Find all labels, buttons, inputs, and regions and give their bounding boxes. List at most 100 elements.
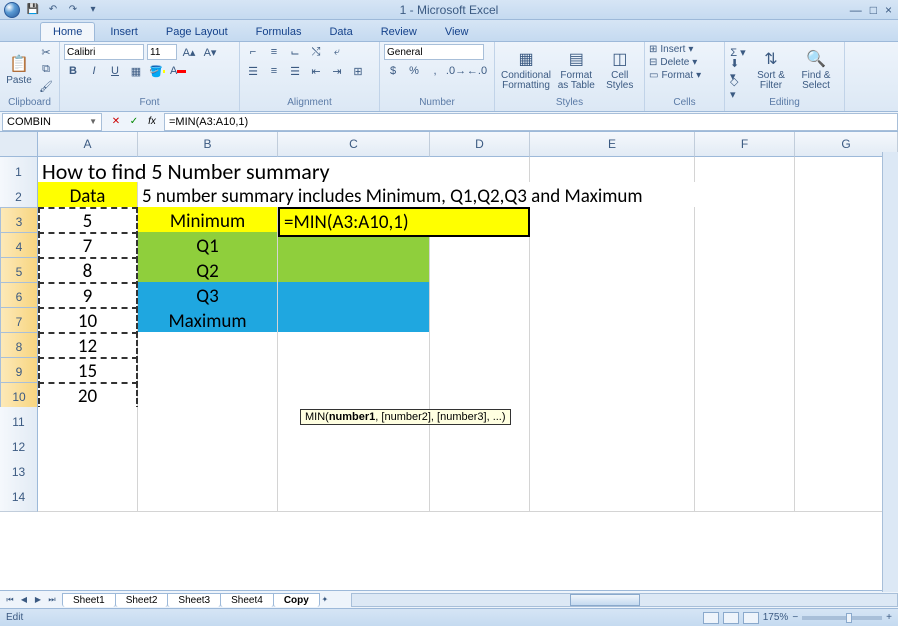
zoom-out-button[interactable]: − — [792, 612, 798, 623]
decrease-font-button[interactable]: A▾ — [201, 44, 219, 60]
page-break-view-button[interactable] — [743, 612, 759, 624]
wrap-text-button[interactable]: ⤶ — [328, 44, 346, 60]
align-middle-button[interactable]: ≡ — [265, 44, 283, 60]
col-header-D[interactable]: D — [430, 132, 530, 157]
maximize-button[interactable]: □ — [870, 3, 877, 17]
undo-icon[interactable]: ↶ — [46, 3, 60, 17]
cut-button[interactable]: ✂ — [37, 44, 55, 60]
orientation-button[interactable]: ⤭ — [307, 44, 325, 60]
last-sheet-button[interactable]: ⏭ — [46, 594, 58, 606]
zoom-in-button[interactable]: + — [886, 612, 892, 623]
percent-button[interactable]: % — [405, 63, 423, 79]
sheet-tab-4[interactable]: Sheet4 — [220, 593, 274, 607]
zoom-level: 175% — [763, 612, 789, 623]
scrollbar-thumb[interactable] — [570, 594, 640, 606]
title-bar: 💾 ↶ ↷ ▾ 1 - Microsoft Excel — □ × — [0, 0, 898, 20]
col-header-A[interactable]: A — [38, 132, 138, 157]
qat-dropdown-icon[interactable]: ▾ — [86, 3, 100, 17]
increase-indent-button[interactable]: ⇥ — [328, 63, 346, 79]
tab-page-layout[interactable]: Page Layout — [153, 22, 241, 41]
cell-C3[interactable]: =MIN(A3:A10,1) — [278, 207, 530, 237]
copy-button[interactable]: ⧉ — [37, 61, 55, 77]
namebox-dropdown-icon[interactable]: ▼ — [89, 117, 97, 126]
group-alignment: ⌐ ≡ ⌙ ⤭ ⤶ ☰ ≡ ☰ ⇤ ⇥ ⊞ Alignment — [240, 42, 380, 111]
name-box[interactable]: COMBIN ▼ — [2, 113, 102, 131]
first-sheet-button[interactable]: ⏮ — [4, 594, 16, 606]
font-name-select[interactable] — [64, 44, 144, 60]
sheet-tab-3[interactable]: Sheet3 — [167, 593, 221, 607]
insert-icon: ⊞ — [649, 44, 657, 55]
insert-cells-button[interactable]: ⊞Insert ▾ — [649, 44, 693, 55]
insert-function-button[interactable]: fx — [144, 114, 160, 130]
font-color-button[interactable]: A — [169, 63, 187, 79]
close-button[interactable]: × — [885, 3, 892, 17]
sheet-tab-1[interactable]: Sheet1 — [62, 593, 116, 607]
prev-sheet-button[interactable]: ◀ — [18, 594, 30, 606]
zoom-slider[interactable] — [802, 616, 882, 620]
sheet-tab-copy[interactable]: Copy — [273, 593, 320, 607]
align-bottom-button[interactable]: ⌙ — [286, 44, 304, 60]
office-button[interactable] — [4, 2, 20, 18]
align-left-button[interactable]: ☰ — [244, 63, 262, 79]
status-mode: Edit — [6, 612, 23, 623]
paste-button[interactable]: 📋 Paste — [4, 44, 34, 94]
save-icon[interactable]: 💾 — [26, 3, 40, 17]
row-header-14[interactable]: 14 — [0, 482, 38, 512]
tab-review[interactable]: Review — [368, 22, 430, 41]
format-icon: ▭ — [649, 70, 658, 81]
number-format-select[interactable] — [384, 44, 484, 60]
tab-home[interactable]: Home — [40, 22, 95, 41]
col-header-C[interactable]: C — [278, 132, 430, 157]
merge-button[interactable]: ⊞ — [349, 63, 367, 79]
minimize-button[interactable]: — — [850, 3, 862, 17]
page-layout-view-button[interactable] — [723, 612, 739, 624]
vertical-scrollbar[interactable] — [882, 152, 898, 592]
format-cells-button[interactable]: ▭Format ▾ — [649, 70, 701, 81]
font-size-select[interactable] — [147, 44, 177, 60]
col-header-B[interactable]: B — [138, 132, 278, 157]
decrease-indent-button[interactable]: ⇤ — [307, 63, 325, 79]
group-cells: ⊞Insert ▾ ⊟Delete ▾ ▭Format ▾ Cells — [645, 42, 725, 111]
sheet-tab-2[interactable]: Sheet2 — [115, 593, 169, 607]
normal-view-button[interactable] — [703, 612, 719, 624]
tab-insert[interactable]: Insert — [97, 22, 151, 41]
delete-cells-button[interactable]: ⊟Delete ▾ — [649, 57, 697, 68]
clear-button[interactable]: ◇ ▾ — [729, 80, 747, 96]
redo-icon[interactable]: ↷ — [66, 3, 80, 17]
format-painter-button[interactable]: 🖌 — [37, 78, 55, 94]
select-all-corner[interactable] — [0, 132, 38, 157]
underline-button[interactable]: U — [106, 63, 124, 79]
sort-filter-button[interactable]: ⇅Sort & Filter — [750, 44, 792, 94]
currency-button[interactable]: $ — [384, 63, 402, 79]
conditional-formatting-button[interactable]: ▦Conditional Formatting — [499, 44, 553, 94]
align-top-button[interactable]: ⌐ — [244, 44, 262, 60]
enter-formula-button[interactable]: ✓ — [126, 114, 142, 130]
tab-data[interactable]: Data — [316, 22, 365, 41]
align-center-button[interactable]: ≡ — [265, 63, 283, 79]
formula-input[interactable]: =MIN(A3:A10,1) — [164, 113, 898, 131]
increase-font-button[interactable]: A▴ — [180, 44, 198, 60]
new-sheet-button[interactable]: ✦ — [319, 594, 331, 606]
fill-color-button[interactable]: 🪣 — [148, 63, 166, 79]
comma-button[interactable]: , — [426, 63, 444, 79]
format-as-table-button[interactable]: ▤Format as Table — [556, 44, 597, 94]
tab-view[interactable]: View — [432, 22, 482, 41]
next-sheet-button[interactable]: ▶ — [32, 594, 44, 606]
col-header-E[interactable]: E — [530, 132, 695, 157]
horizontal-scrollbar[interactable] — [351, 593, 898, 607]
border-button[interactable]: ▦ — [127, 63, 145, 79]
conditional-formatting-icon: ▦ — [515, 48, 537, 70]
align-right-button[interactable]: ☰ — [286, 63, 304, 79]
decrease-decimal-button[interactable]: ←.0 — [468, 63, 486, 79]
italic-button[interactable]: I — [85, 63, 103, 79]
group-editing: Σ ▾ ⬇ ▾ ◇ ▾ ⇅Sort & Filter 🔍Find & Selec… — [725, 42, 845, 111]
spreadsheet-grid[interactable]: A B C D E F G 1 How to find 5 Number sum… — [0, 132, 898, 590]
cancel-formula-button[interactable]: ✕ — [108, 114, 124, 130]
table-icon: ▤ — [565, 48, 587, 70]
tab-formulas[interactable]: Formulas — [243, 22, 315, 41]
find-select-button[interactable]: 🔍Find & Select — [795, 44, 837, 94]
bold-button[interactable]: B — [64, 63, 82, 79]
col-header-F[interactable]: F — [695, 132, 795, 157]
cell-styles-button[interactable]: ◫Cell Styles — [600, 44, 641, 94]
increase-decimal-button[interactable]: .0→ — [447, 63, 465, 79]
